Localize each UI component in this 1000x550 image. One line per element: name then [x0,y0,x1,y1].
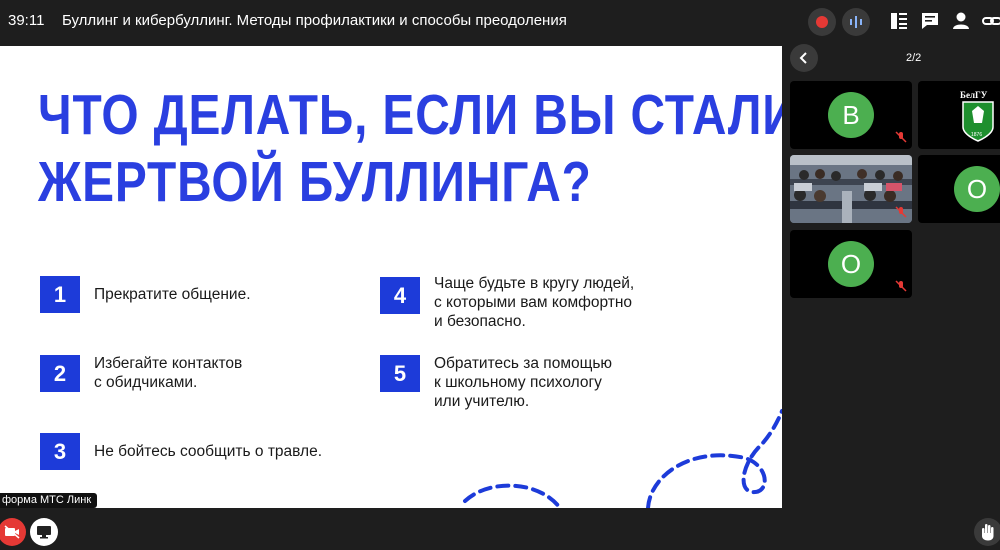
chat-icon[interactable] [919,10,941,32]
screen-share-button[interactable] [30,518,58,546]
presentation-slide: ЧТО ДЕЛАТЬ, ЕСЛИ ВЫ СТАЛИ ЖЕРТВОЙ БУЛЛИН… [0,46,782,508]
camera-off-icon [4,525,20,539]
raise-hand-button[interactable] [974,518,1000,546]
avatar: О [828,241,874,287]
participant-tile[interactable]: БелГУ 1876 [918,81,1000,149]
university-logo: БелГУ 1876 [960,90,994,142]
participant-tile-video[interactable] [790,155,912,223]
mic-off-icon [895,206,907,218]
raise-hand-icon [982,524,994,541]
screen-share-icon [37,526,51,539]
audio-button[interactable] [842,8,870,36]
person-icon[interactable] [950,10,972,32]
decorative-dashed-lines [463,409,782,508]
participant-tile[interactable]: О [918,155,1000,223]
logo-text: БелГУ [960,90,988,100]
avatar: В [828,92,874,138]
audio-wave-icon [850,16,862,28]
mic-off-icon [895,280,907,292]
classroom-video [790,155,912,223]
record-button[interactable] [808,8,836,36]
page-indicator: 2/2 [906,52,922,64]
bottom-bar [0,508,1000,550]
session-timer: 39:11 [8,12,45,29]
platform-label: форма МТС Линк [0,493,98,508]
mic-off-icon [895,131,907,143]
webinar-title: Буллинг и кибербуллинг. Методы профилакт… [62,12,567,29]
participant-tile[interactable]: В [790,81,912,149]
presentation-icon[interactable] [888,10,910,32]
participant-tile[interactable]: О [790,230,912,298]
link-icon[interactable] [981,10,1000,32]
record-icon [816,16,828,28]
top-bar: 39:11 Буллинг и кибербуллинг. Методы про… [0,0,1000,44]
avatar: О [954,166,1000,212]
chevron-left-icon [799,52,807,64]
logo-year: 1876 [971,132,982,138]
back-button[interactable] [790,44,818,72]
